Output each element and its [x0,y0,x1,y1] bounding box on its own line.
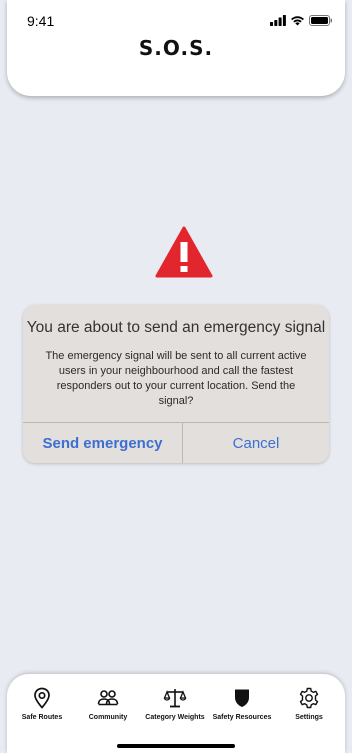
tab-category-weights[interactable]: Category Weights [144,686,206,722]
warning-icon [155,226,213,278]
shield-icon [235,689,249,707]
status-time: 9:41 [27,13,55,29]
emergency-dialog: You are about to send an emergency signa… [23,305,329,463]
signal-icon [270,15,286,26]
people-icon [97,690,119,706]
tab-settings[interactable]: Settings [278,686,340,722]
tab-label: Safety Resources [212,714,272,721]
tab-label: Settings [295,714,323,721]
status-icons [270,15,333,26]
dialog-title: You are about to send an emergency signa… [26,319,326,336]
tab-community[interactable]: Community [77,686,139,722]
header: 9:41 S.O.S. [7,0,345,96]
tab-label: Safe Routes [21,714,63,721]
gear-icon [299,687,319,709]
cancel-button[interactable]: Cancel [183,423,329,463]
scale-icon [163,689,187,708]
page-title: S.O.S. [138,36,214,60]
battery-icon [309,15,332,26]
location-pin-icon [34,687,50,709]
tab-bar: Safe Routes Community Category Weights S… [7,674,345,753]
home-indicator [117,744,235,748]
tab-safe-routes[interactable]: Safe Routes [11,686,73,722]
dialog-message: The emergency signal will be sent to all… [45,350,307,407]
tab-label: Community [88,714,128,721]
tab-safety-resources[interactable]: Safety Resources [211,686,273,722]
wifi-icon [291,16,304,26]
tab-label: Category Weights [145,714,205,721]
send-emergency-button[interactable]: Send emergency [23,423,182,463]
